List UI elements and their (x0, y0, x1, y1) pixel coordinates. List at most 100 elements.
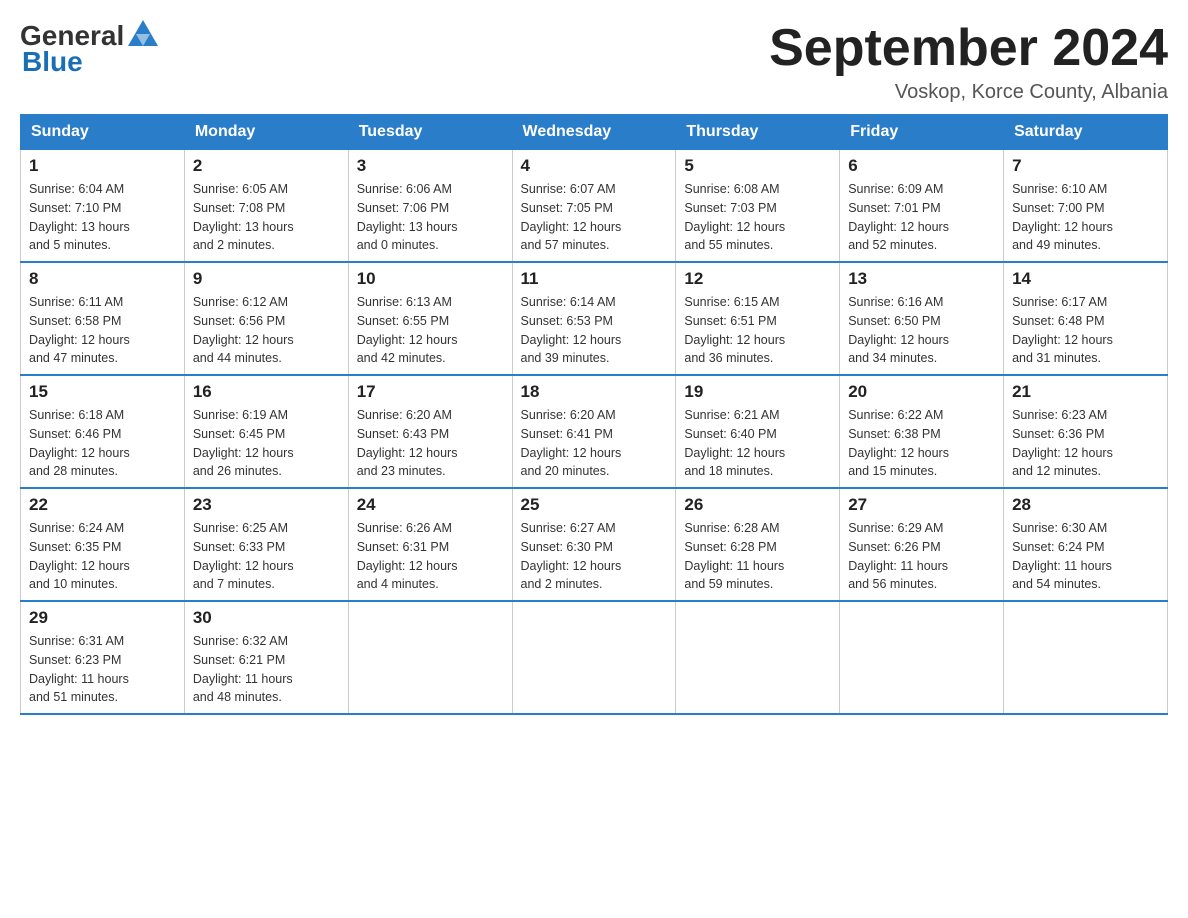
day-number: 17 (357, 382, 504, 402)
title-section: September 2024 Voskop, Korce County, Alb… (769, 20, 1168, 104)
day-info: Sunrise: 6:25 AMSunset: 6:33 PMDaylight:… (193, 519, 340, 594)
calendar-table: SundayMondayTuesdayWednesdayThursdayFrid… (20, 114, 1168, 715)
day-info: Sunrise: 6:12 AMSunset: 6:56 PMDaylight:… (193, 293, 340, 368)
day-info: Sunrise: 6:31 AMSunset: 6:23 PMDaylight:… (29, 632, 176, 707)
day-info: Sunrise: 6:16 AMSunset: 6:50 PMDaylight:… (848, 293, 995, 368)
calendar-cell: 24Sunrise: 6:26 AMSunset: 6:31 PMDayligh… (348, 488, 512, 601)
weekday-header-saturday: Saturday (1004, 115, 1168, 150)
calendar-cell (512, 601, 676, 714)
calendar-cell: 26 Sunrise: 6:28 AMSunset: 6:28 PMDayligh… (676, 488, 840, 601)
day-info: Sunrise: 6:09 AMSunset: 7:01 PMDaylight:… (848, 180, 995, 255)
day-number: 10 (357, 269, 504, 289)
day-number: 30 (193, 608, 340, 628)
day-number: 14 (1012, 269, 1159, 289)
day-number: 26 (684, 495, 831, 515)
day-number: 11 (521, 269, 668, 289)
calendar-cell (676, 601, 840, 714)
calendar-cell: 10 Sunrise: 6:13 AMSunset: 6:55 PMDayligh… (348, 262, 512, 375)
week-row-3: 15 Sunrise: 6:18 AMSunset: 6:46 PMDayligh… (21, 375, 1168, 488)
calendar-cell: 17 Sunrise: 6:20 AMSunset: 6:43 PMDayligh… (348, 375, 512, 488)
calendar-cell: 6Sunrise: 6:09 AMSunset: 7:01 PMDaylight… (840, 150, 1004, 263)
day-info: Sunrise: 6:32 AMSunset: 6:21 PMDaylight:… (193, 632, 340, 707)
calendar-cell: 11 Sunrise: 6:14 AMSunset: 6:53 PMDayligh… (512, 262, 676, 375)
day-info: Sunrise: 6:29 AMSunset: 6:26 PMDaylight:… (848, 519, 995, 594)
day-info: Sunrise: 6:08 AMSunset: 7:03 PMDaylight:… (684, 180, 831, 255)
day-number: 27 (848, 495, 995, 515)
day-info: Sunrise: 6:21 AMSunset: 6:40 PMDaylight:… (684, 406, 831, 481)
day-info: Sunrise: 6:07 AMSunset: 7:05 PMDaylight:… (521, 180, 668, 255)
day-number: 7 (1012, 156, 1159, 176)
weekday-header-tuesday: Tuesday (348, 115, 512, 150)
day-number: 13 (848, 269, 995, 289)
day-info: Sunrise: 6:13 AMSunset: 6:55 PMDaylight:… (357, 293, 504, 368)
calendar-cell: 9Sunrise: 6:12 AMSunset: 6:56 PMDaylight… (184, 262, 348, 375)
calendar-cell: 12 Sunrise: 6:15 AMSunset: 6:51 PMDayligh… (676, 262, 840, 375)
day-info: Sunrise: 6:11 AMSunset: 6:58 PMDaylight:… (29, 293, 176, 368)
calendar-cell (1004, 601, 1168, 714)
calendar-cell: 19 Sunrise: 6:21 AMSunset: 6:40 PMDayligh… (676, 375, 840, 488)
week-row-2: 8 Sunrise: 6:11 AMSunset: 6:58 PMDaylight… (21, 262, 1168, 375)
day-info: Sunrise: 6:22 AMSunset: 6:38 PMDaylight:… (848, 406, 995, 481)
day-number: 19 (684, 382, 831, 402)
day-number: 21 (1012, 382, 1159, 402)
logo-blue: Blue (22, 46, 83, 77)
calendar-cell: 5 Sunrise: 6:08 AMSunset: 7:03 PMDaylight… (676, 150, 840, 263)
day-number: 20 (848, 382, 995, 402)
day-info: Sunrise: 6:05 AMSunset: 7:08 PMDaylight:… (193, 180, 340, 255)
day-number: 18 (521, 382, 668, 402)
day-number: 15 (29, 382, 176, 402)
calendar-cell: 4 Sunrise: 6:07 AMSunset: 7:05 PMDaylight… (512, 150, 676, 263)
day-info: Sunrise: 6:15 AMSunset: 6:51 PMDaylight:… (684, 293, 831, 368)
calendar-cell: 3 Sunrise: 6:06 AMSunset: 7:06 PMDaylight… (348, 150, 512, 263)
day-info: Sunrise: 6:28 AMSunset: 6:28 PMDaylight:… (684, 519, 831, 594)
day-number: 16 (193, 382, 340, 402)
weekday-header-monday: Monday (184, 115, 348, 150)
day-number: 22 (29, 495, 176, 515)
page-header: General Blue September 2024 Voskop, Korc… (20, 20, 1168, 104)
day-info: Sunrise: 6:06 AMSunset: 7:06 PMDaylight:… (357, 180, 504, 255)
day-info: Sunrise: 6:20 AMSunset: 6:43 PMDaylight:… (357, 406, 504, 481)
day-number: 28 (1012, 495, 1159, 515)
day-info: Sunrise: 6:14 AMSunset: 6:53 PMDaylight:… (521, 293, 668, 368)
weekday-header-sunday: Sunday (21, 115, 185, 150)
calendar-cell: 22Sunrise: 6:24 AMSunset: 6:35 PMDayligh… (21, 488, 185, 601)
day-info: Sunrise: 6:18 AMSunset: 6:46 PMDaylight:… (29, 406, 176, 481)
weekday-header-wednesday: Wednesday (512, 115, 676, 150)
location-subtitle: Voskop, Korce County, Albania (769, 81, 1168, 104)
calendar-cell: 28 Sunrise: 6:30 AMSunset: 6:24 PMDayligh… (1004, 488, 1168, 601)
day-number: 29 (29, 608, 176, 628)
calendar-cell: 2 Sunrise: 6:05 AMSunset: 7:08 PMDaylight… (184, 150, 348, 263)
calendar-cell: 23Sunrise: 6:25 AMSunset: 6:33 PMDayligh… (184, 488, 348, 601)
week-row-1: 1Sunrise: 6:04 AMSunset: 7:10 PMDaylight… (21, 150, 1168, 263)
calendar-cell: 29 Sunrise: 6:31 AMSunset: 6:23 PMDayligh… (21, 601, 185, 714)
day-number: 4 (521, 156, 668, 176)
month-title: September 2024 (769, 20, 1168, 77)
day-number: 12 (684, 269, 831, 289)
day-number: 8 (29, 269, 176, 289)
calendar-cell: 8 Sunrise: 6:11 AMSunset: 6:58 PMDaylight… (21, 262, 185, 375)
day-number: 1 (29, 156, 176, 176)
calendar-cell: 20 Sunrise: 6:22 AMSunset: 6:38 PMDayligh… (840, 375, 1004, 488)
calendar-cell: 27 Sunrise: 6:29 AMSunset: 6:26 PMDayligh… (840, 488, 1004, 601)
logo: General Blue (20, 20, 162, 78)
calendar-cell: 7Sunrise: 6:10 AMSunset: 7:00 PMDaylight… (1004, 150, 1168, 263)
calendar-cell (840, 601, 1004, 714)
day-info: Sunrise: 6:20 AMSunset: 6:41 PMDaylight:… (521, 406, 668, 481)
day-info: Sunrise: 6:23 AMSunset: 6:36 PMDaylight:… (1012, 406, 1159, 481)
weekday-header-row: SundayMondayTuesdayWednesdayThursdayFrid… (21, 115, 1168, 150)
day-number: 5 (684, 156, 831, 176)
day-info: Sunrise: 6:17 AMSunset: 6:48 PMDaylight:… (1012, 293, 1159, 368)
calendar-cell: 1Sunrise: 6:04 AMSunset: 7:10 PMDaylight… (21, 150, 185, 263)
calendar-cell: 30 Sunrise: 6:32 AMSunset: 6:21 PMDayligh… (184, 601, 348, 714)
day-info: Sunrise: 6:30 AMSunset: 6:24 PMDaylight:… (1012, 519, 1159, 594)
calendar-cell: 15 Sunrise: 6:18 AMSunset: 6:46 PMDayligh… (21, 375, 185, 488)
day-info: Sunrise: 6:27 AMSunset: 6:30 PMDaylight:… (521, 519, 668, 594)
day-number: 25 (521, 495, 668, 515)
day-number: 2 (193, 156, 340, 176)
calendar-cell: 21 Sunrise: 6:23 AMSunset: 6:36 PMDayligh… (1004, 375, 1168, 488)
logo-icon (126, 18, 160, 50)
calendar-cell: 18 Sunrise: 6:20 AMSunset: 6:41 PMDayligh… (512, 375, 676, 488)
day-number: 24 (357, 495, 504, 515)
day-number: 3 (357, 156, 504, 176)
weekday-header-thursday: Thursday (676, 115, 840, 150)
